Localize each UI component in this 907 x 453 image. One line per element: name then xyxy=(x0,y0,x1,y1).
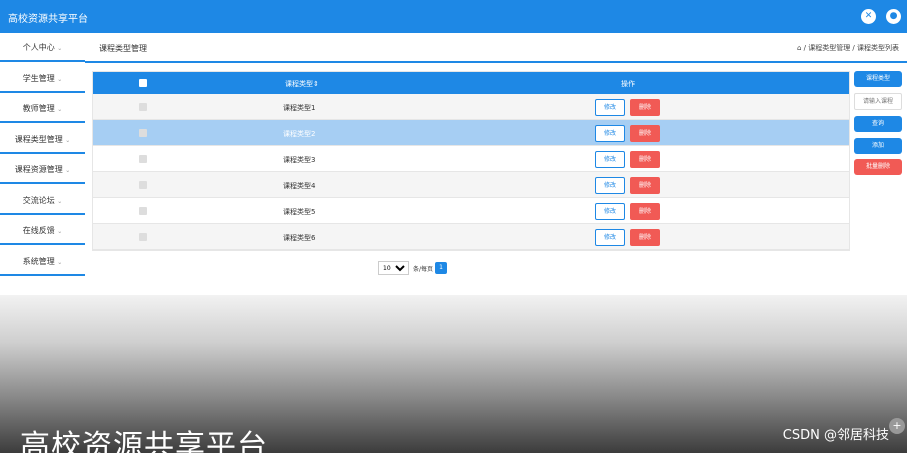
sidebar-item-label: 学生管理 xyxy=(22,74,55,83)
course-type-button[interactable]: 课程类型 xyxy=(854,71,902,87)
app-title: 高校资源共享平台 xyxy=(8,14,88,25)
table-row[interactable]: 课程类型2 修改 删除 xyxy=(93,120,849,146)
page-size-select[interactable]: 10 xyxy=(378,261,409,275)
edit-button[interactable]: 修改 xyxy=(595,151,625,168)
course-type-name: 课程类型6 xyxy=(283,234,316,242)
course-type-name: 课程类型1 xyxy=(283,104,316,112)
chevron-down-icon: ⌄ xyxy=(65,167,71,174)
chevron-down-icon: ⌄ xyxy=(57,259,63,266)
edit-button[interactable]: 修改 xyxy=(595,203,625,220)
chevron-down-icon: ⌄ xyxy=(57,76,63,83)
select-all-checkbox[interactable] xyxy=(139,79,147,87)
page-title: 课程类型管理 xyxy=(99,44,147,53)
sidebar-item-label: 个人中心 xyxy=(22,43,55,52)
table-row[interactable]: 课程类型3 修改 删除 xyxy=(93,146,849,172)
chevron-down-icon: ⌄ xyxy=(57,106,63,113)
sidebar-item-system[interactable]: 系统管理 ⌄ xyxy=(0,247,85,276)
sidebar-item-label: 课程类型管理 xyxy=(14,135,63,144)
plus-icon[interactable]: + xyxy=(889,418,905,434)
table-row[interactable]: 课程类型6 修改 删除 xyxy=(93,224,849,250)
sidebar-item-students[interactable]: 学生管理 ⌄ xyxy=(0,64,85,93)
delete-button[interactable]: 删除 xyxy=(630,99,660,116)
share-icon[interactable]: ✕ xyxy=(861,9,876,24)
user-icon[interactable]: ● xyxy=(886,9,901,24)
table-row[interactable]: 课程类型1 修改 删除 xyxy=(93,94,849,120)
chevron-down-icon: ⌄ xyxy=(57,198,63,205)
sidebar-item-forum[interactable]: 交流论坛 ⌄ xyxy=(0,186,85,215)
sidebar-item-course-resources[interactable]: 课程资源管理 ⌄ xyxy=(0,155,85,184)
page-number-button[interactable]: 1 xyxy=(435,262,447,274)
batch-delete-button[interactable]: 批量删除 xyxy=(854,159,902,175)
sidebar-item-course-types[interactable]: 课程类型管理 ⌄ xyxy=(0,125,85,154)
delete-button[interactable]: 删除 xyxy=(630,125,660,142)
page-header: 课程类型管理 ⌂ / 课程类型管理 / 课程类型列表 xyxy=(85,33,907,63)
column-header-actions: 操作 xyxy=(621,80,635,88)
table-header: 课程类型⇕ 操作 xyxy=(93,72,849,94)
row-checkbox[interactable] xyxy=(139,181,147,189)
course-type-name: 课程类型4 xyxy=(283,182,316,190)
course-type-name: 课程类型3 xyxy=(283,156,316,164)
course-type-name: 课程类型2 xyxy=(283,130,316,138)
delete-button[interactable]: 删除 xyxy=(630,177,660,194)
sidebar-item-label: 教师管理 xyxy=(22,104,55,113)
search-input[interactable]: 请输入课程 xyxy=(854,93,902,110)
footer-banner: 高校资源共享平台 CSDN @邻居科技 + xyxy=(0,295,907,453)
sidebar: 个人中心 ⌄ 学生管理 ⌄ 教师管理 ⌄ 课程类型管理 ⌄ 课程资源管理 ⌄ 交… xyxy=(0,33,85,295)
chevron-down-icon: ⌄ xyxy=(57,228,63,235)
sidebar-item-label: 交流论坛 xyxy=(22,196,55,205)
watermark: CSDN @邻居科技 xyxy=(782,428,889,443)
breadcrumb[interactable]: ⌂ / 课程类型管理 / 课程类型列表 xyxy=(797,43,899,53)
row-checkbox[interactable] xyxy=(139,155,147,163)
table-row[interactable]: 课程类型5 修改 删除 xyxy=(93,198,849,224)
edit-button[interactable]: 修改 xyxy=(595,125,625,142)
table-row[interactable]: 课程类型4 修改 删除 xyxy=(93,172,849,198)
delete-button[interactable]: 删除 xyxy=(630,203,660,220)
row-checkbox[interactable] xyxy=(139,233,147,241)
delete-button[interactable]: 删除 xyxy=(630,151,660,168)
top-bar: 高校资源共享平台 ✕ ● xyxy=(0,0,907,33)
row-checkbox[interactable] xyxy=(139,129,147,137)
edit-button[interactable]: 修改 xyxy=(595,99,625,116)
sidebar-item-label: 在线反馈 xyxy=(22,226,55,235)
course-type-table: 课程类型⇕ 操作 课程类型1 修改 删除 课程类型2 修改 删除 课程类型3 修… xyxy=(92,71,850,251)
chevron-down-icon: ⌄ xyxy=(57,45,63,52)
add-button[interactable]: 添加 xyxy=(854,138,902,154)
sidebar-item-label: 课程资源管理 xyxy=(14,165,63,174)
chevron-down-icon: ⌄ xyxy=(65,137,71,144)
edit-button[interactable]: 修改 xyxy=(595,177,625,194)
row-checkbox[interactable] xyxy=(139,103,147,111)
sidebar-item-profile[interactable]: 个人中心 ⌄ xyxy=(0,33,85,62)
column-header-course-type[interactable]: 课程类型⇕ xyxy=(285,79,319,89)
per-page-label: 条/每页 xyxy=(413,266,434,273)
delete-button[interactable]: 删除 xyxy=(630,229,660,246)
row-checkbox[interactable] xyxy=(139,207,147,215)
banner-title: 高校资源共享平台 xyxy=(20,429,268,453)
search-button[interactable]: 查询 xyxy=(854,116,902,132)
edit-button[interactable]: 修改 xyxy=(595,229,625,246)
sidebar-item-feedback[interactable]: 在线反馈 ⌄ xyxy=(0,216,85,245)
sidebar-item-teachers[interactable]: 教师管理 ⌄ xyxy=(0,94,85,123)
course-type-name: 课程类型5 xyxy=(283,208,316,216)
sidebar-item-label: 系统管理 xyxy=(22,257,55,266)
